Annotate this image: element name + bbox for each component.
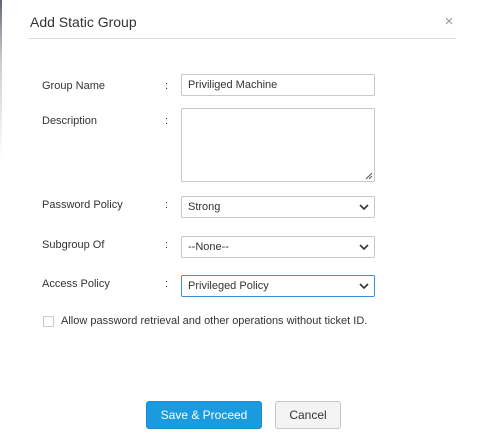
subgroup-of-label: Subgroup Of (42, 239, 105, 251)
chevron-down-icon (359, 244, 369, 251)
access-policy-colon: : (165, 278, 169, 290)
password-policy-value: Strong (188, 201, 221, 213)
description-colon: : (165, 115, 169, 127)
group-name-colon: : (165, 80, 169, 92)
subgroup-of-select[interactable]: --None-- (181, 236, 375, 258)
title-divider (28, 38, 456, 39)
close-icon[interactable]: × (442, 14, 456, 30)
allow-retrieval-checkbox[interactable] (43, 316, 54, 327)
cancel-button[interactable]: Cancel (275, 401, 341, 429)
group-name-label: Group Name (42, 80, 105, 92)
password-policy-select[interactable]: Strong (181, 196, 375, 218)
resize-grip-icon[interactable] (365, 172, 373, 180)
access-policy-select[interactable]: Privileged Policy (181, 275, 375, 297)
subgroup-of-value: --None-- (188, 241, 229, 253)
allow-retrieval-label[interactable]: Allow password retrieval and other opera… (61, 315, 367, 327)
chevron-down-icon (359, 283, 369, 290)
group-name-input[interactable]: Priviliged Machine (181, 74, 375, 96)
subgroup-of-colon: : (165, 239, 169, 251)
access-policy-label: Access Policy (42, 278, 110, 290)
access-policy-value: Privileged Policy (188, 280, 269, 292)
password-policy-colon: : (165, 199, 169, 211)
description-label: Description (42, 115, 98, 127)
dialog-title: Add Static Group (30, 14, 137, 30)
description-textarea[interactable] (181, 108, 375, 182)
password-policy-label: Password Policy (42, 199, 123, 211)
save-proceed-button[interactable]: Save & Proceed (146, 401, 262, 429)
chevron-down-icon (359, 204, 369, 211)
add-static-group-dialog: Add Static Group × Group Name : Privilig… (2, 0, 481, 445)
